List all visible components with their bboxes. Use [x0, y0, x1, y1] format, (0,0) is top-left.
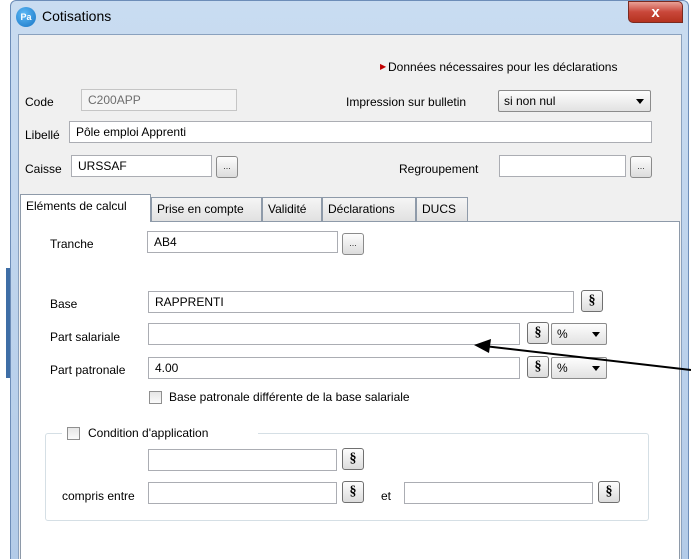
code-field[interactable]: C200APP	[81, 89, 237, 111]
caisse-browse-button[interactable]: ...	[216, 156, 238, 178]
compris-entre-label: compris entre	[62, 489, 135, 503]
compris-entre-from-field[interactable]	[148, 482, 337, 504]
close-button[interactable]: x	[628, 1, 683, 23]
tranche-field[interactable]: AB4	[147, 231, 338, 253]
regroupement-browse-button[interactable]: ...	[630, 156, 652, 178]
tranche-browse-button[interactable]: ...	[342, 233, 364, 255]
title-bar[interactable]	[10, 0, 689, 34]
caisse-label: Caisse	[25, 162, 62, 176]
tab-ducs[interactable]: DUCS	[416, 197, 468, 221]
tab-validite[interactable]: Validité	[262, 197, 322, 221]
condition-group	[45, 433, 649, 521]
regroupement-label: Regroupement	[399, 162, 479, 176]
compris-entre-to-field[interactable]	[404, 482, 593, 504]
compris-entre-to-section-button[interactable]: §	[598, 481, 620, 503]
condition-field[interactable]	[148, 449, 337, 471]
condition-label: Condition d'application	[88, 426, 209, 440]
base-section-button[interactable]: §	[581, 290, 603, 312]
regroupement-field[interactable]	[499, 155, 626, 177]
window-title: Cotisations	[42, 8, 112, 24]
part-patronale-label: Part patronale	[50, 363, 126, 377]
tab-prise-en-compte[interactable]: Prise en compte	[151, 197, 262, 221]
required-fields-notice: Données nécessaires pour les déclaration…	[388, 60, 618, 74]
base-field[interactable]: RAPPRENTI	[148, 291, 574, 313]
tranche-label: Tranche	[50, 237, 94, 251]
base-label: Base	[50, 297, 78, 311]
condition-checkbox[interactable]	[67, 427, 80, 440]
et-label: et	[381, 489, 392, 503]
libelle-label: Libellé	[25, 128, 60, 142]
required-marker-icon: ▶	[380, 62, 387, 71]
tab-declarations[interactable]: Déclarations	[322, 197, 416, 221]
annotation-arrow-icon	[474, 339, 691, 371]
compris-entre-from-section-button[interactable]: §	[342, 481, 364, 503]
code-label: Code	[25, 95, 54, 109]
tab-elements-de-calcul[interactable]: Eléments de calcul	[20, 194, 151, 222]
caisse-field[interactable]: URSSAF	[71, 155, 212, 177]
impression-label: Impression sur bulletin	[346, 95, 467, 109]
libelle-field[interactable]: Pôle emploi Apprenti	[69, 121, 652, 143]
base-patronale-diff-label: Base patronale différente de la base sal…	[169, 390, 410, 404]
app-icon: Pa	[16, 7, 36, 27]
part-salariale-label: Part salariale	[50, 330, 121, 344]
chevron-down-icon	[636, 99, 644, 104]
base-patronale-diff-checkbox[interactable]	[149, 391, 162, 404]
impression-select[interactable]: si non nul	[498, 90, 651, 112]
impression-selected-value: si non nul	[504, 94, 556, 108]
condition-section-button[interactable]: §	[342, 448, 364, 470]
